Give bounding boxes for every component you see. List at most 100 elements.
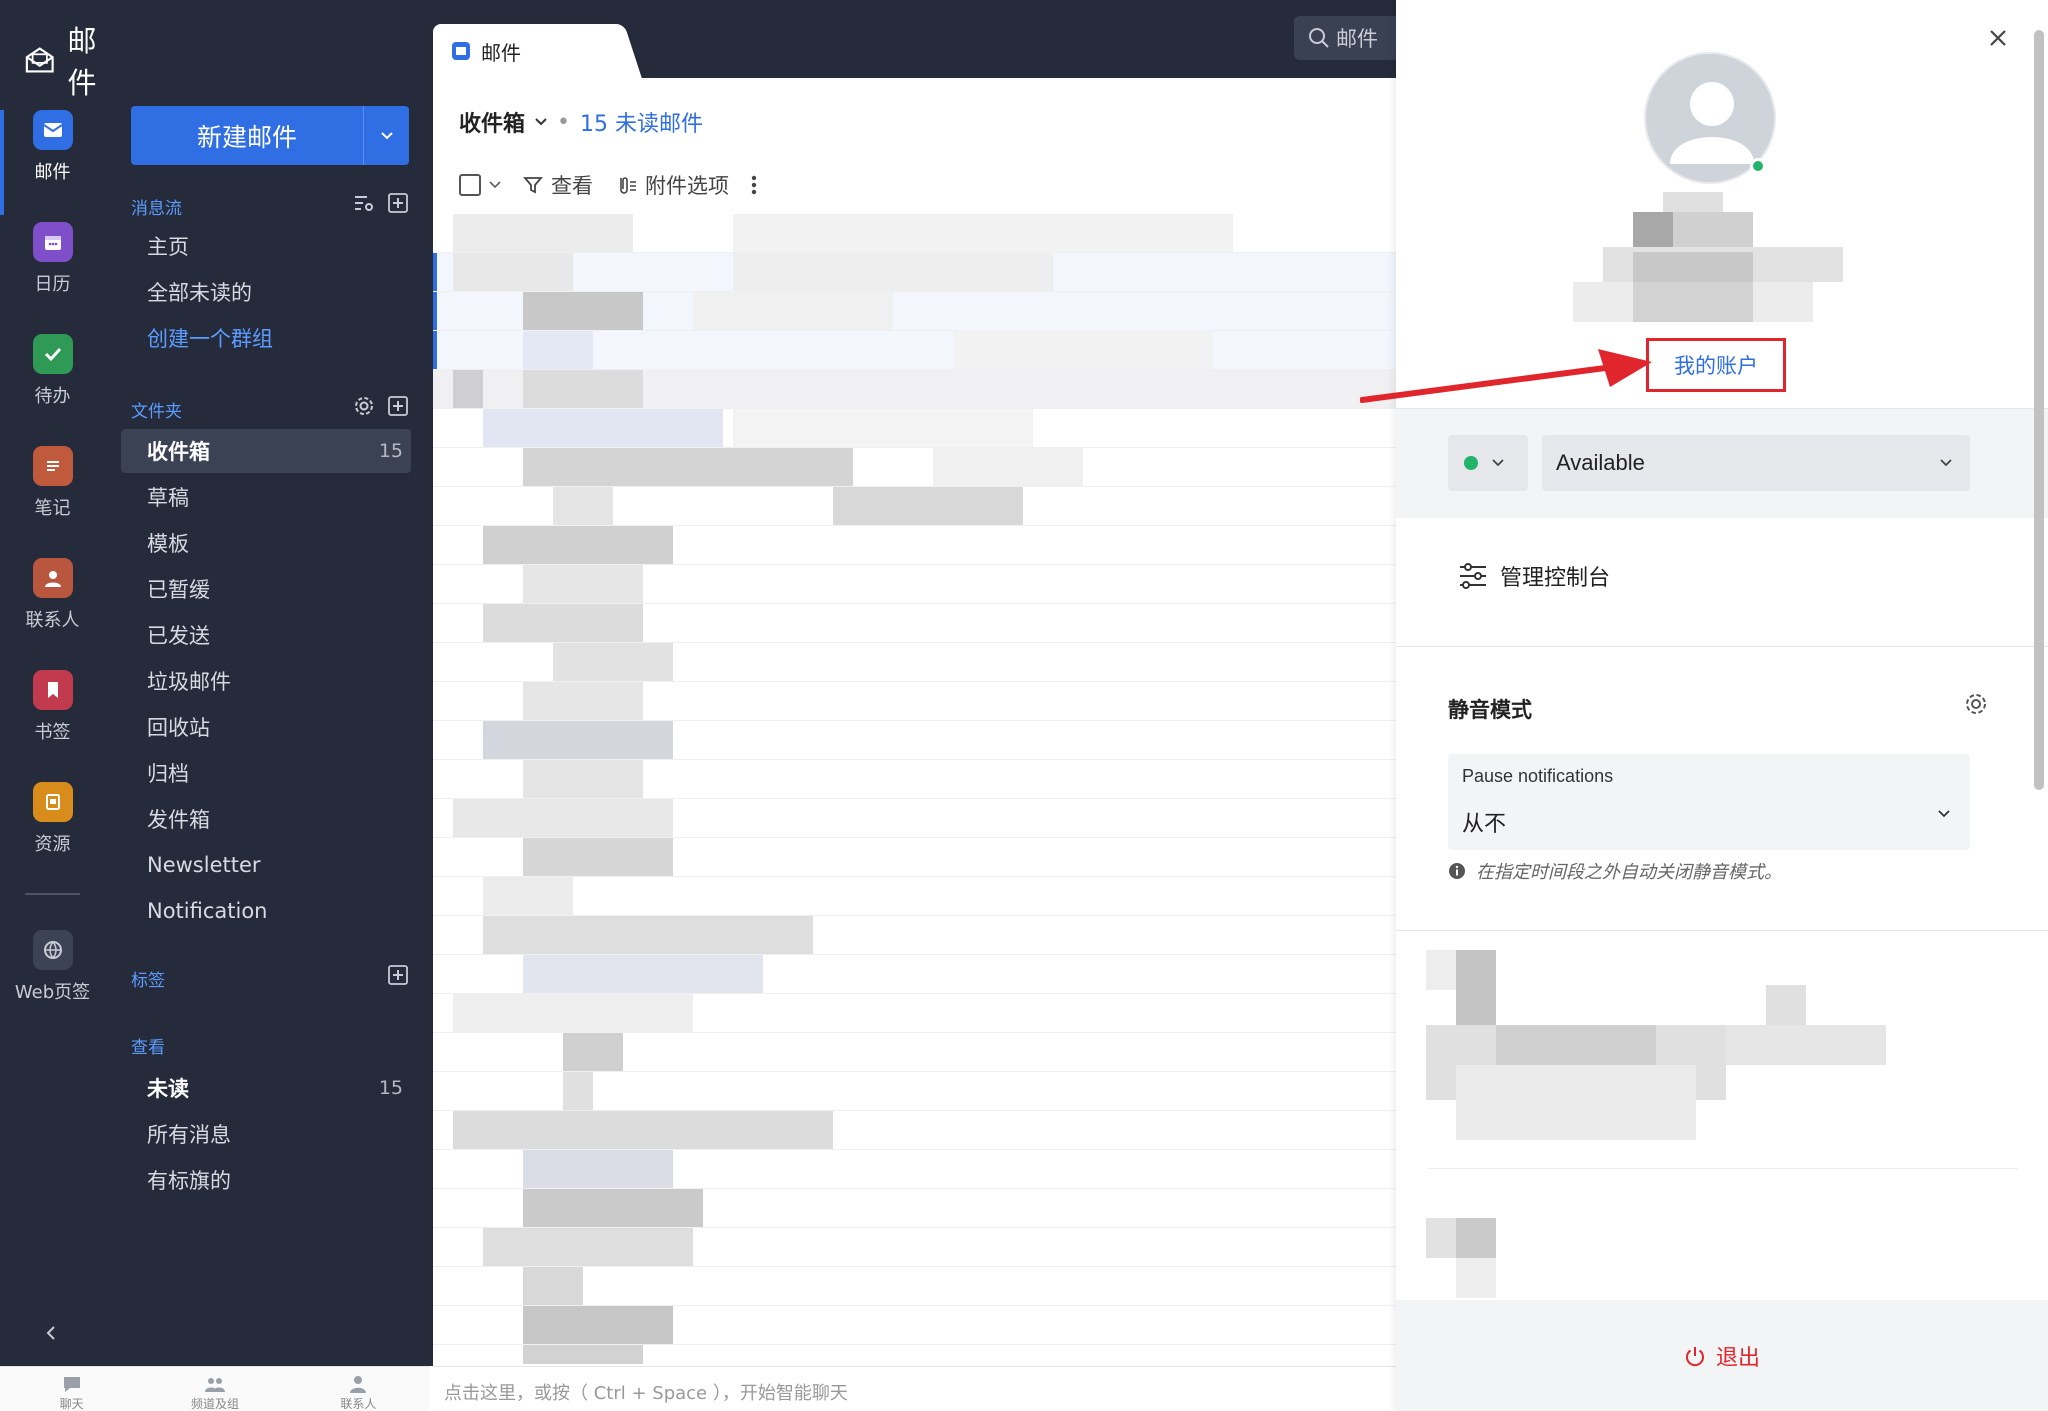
folder-inbox[interactable]: 收件箱 15 — [121, 429, 411, 473]
bottom-nav-chat[interactable]: 聊天 — [0, 1367, 143, 1411]
mail-row[interactable] — [433, 1072, 1396, 1111]
my-account-link[interactable]: 我的账户 — [1646, 338, 1786, 392]
unread-filter-link[interactable]: 15 未读邮件 — [580, 106, 703, 138]
chevron-left-icon — [46, 1326, 55, 1340]
view-all-messages[interactable]: 所有消息 — [121, 1112, 411, 1156]
view-filter-button[interactable]: 查看 — [523, 170, 593, 200]
search-box[interactable]: 邮件 — [1294, 16, 1404, 60]
app-title-text: 邮件 — [67, 24, 97, 100]
mail-row[interactable] — [433, 409, 1396, 448]
pause-notifications-label: Pause notifications — [1462, 766, 1614, 786]
mail-row[interactable] — [433, 253, 1396, 292]
mail-row[interactable] — [433, 916, 1396, 955]
folder-archive[interactable]: 归档 — [121, 751, 411, 795]
select-all[interactable] — [459, 174, 501, 196]
mail-row[interactable] — [433, 760, 1396, 799]
mail-row[interactable] — [433, 1033, 1396, 1072]
folder-spam[interactable]: 垃圾邮件 — [121, 659, 411, 703]
folder-templates[interactable]: 模板 — [121, 521, 411, 565]
dnd-settings-button[interactable] — [1964, 692, 1988, 721]
mail-row[interactable] — [433, 1150, 1396, 1189]
stream-item-all-unread[interactable]: 全部未读的 — [121, 270, 411, 314]
mail-row[interactable] — [433, 331, 1396, 370]
select-all-checkbox[interactable] — [459, 174, 481, 196]
folder-selector[interactable]: 收件箱 — [459, 106, 525, 138]
filter-settings-icon[interactable] — [353, 192, 375, 214]
rail-calendar[interactable]: 日历 — [0, 222, 105, 322]
mail-row[interactable] — [433, 1228, 1396, 1267]
create-group-link[interactable]: 创建一个群组 — [121, 316, 411, 360]
rail-notes[interactable]: 笔记 — [0, 446, 105, 546]
new-mail-button[interactable]: 新建邮件 — [131, 106, 409, 165]
stream-item-home[interactable]: 主页 — [121, 224, 411, 268]
mail-row[interactable] — [433, 214, 1396, 253]
attachment-options-button[interactable]: 附件选项 — [615, 170, 729, 200]
chevron-down-icon[interactable] — [489, 181, 501, 189]
status-select[interactable]: Available — [1542, 435, 1970, 491]
scrollbar[interactable] — [2034, 20, 2044, 1300]
mail-row[interactable] — [433, 1267, 1396, 1306]
tab-mail[interactable]: 邮件 — [433, 24, 613, 78]
mail-row[interactable] — [433, 565, 1396, 604]
folder-sent[interactable]: 已发送 — [121, 613, 411, 657]
scroll-thumb[interactable] — [2034, 30, 2044, 790]
rail-resources[interactable]: 资源 — [0, 782, 105, 882]
mail-row[interactable] — [433, 838, 1396, 877]
bottom-nav-channels[interactable]: 频道及组 — [143, 1367, 286, 1411]
mail-row[interactable] — [433, 799, 1396, 838]
mail-row[interactable] — [433, 448, 1396, 487]
new-mail-dropdown[interactable] — [363, 106, 409, 165]
folder-notification[interactable]: Notification — [121, 889, 411, 933]
admin-console-link[interactable]: 管理控制台 — [1458, 560, 1610, 592]
attachment-options-label: 附件选项 — [645, 174, 729, 198]
bottom-nav-contacts[interactable]: 联系人 — [287, 1367, 430, 1411]
folder-newsletter[interactable]: Newsletter — [121, 843, 411, 887]
rail-web-tabs[interactable]: Web页签 — [0, 930, 105, 1030]
folder-trash[interactable]: 回收站 — [121, 705, 411, 749]
mail-row[interactable] — [433, 526, 1396, 565]
mail-row[interactable] — [433, 1111, 1396, 1150]
mail-open-icon — [25, 47, 54, 73]
rail-label: 日历 — [34, 274, 71, 295]
presence-dot-selector[interactable] — [1448, 435, 1528, 491]
rail-mail[interactable]: 邮件 — [0, 110, 105, 215]
view-flagged[interactable]: 有标旗的 — [121, 1158, 411, 1202]
folder-outbox[interactable]: 发件箱 — [121, 797, 411, 841]
folder-snoozed[interactable]: 已暂缓 — [121, 567, 411, 611]
mail-row[interactable] — [433, 994, 1396, 1033]
mail-row[interactable] — [433, 682, 1396, 721]
mail-row[interactable] — [433, 877, 1396, 916]
rail-contacts[interactable]: 联系人 — [0, 558, 105, 658]
more-options-button[interactable] — [751, 174, 757, 196]
mail-row[interactable] — [433, 292, 1396, 331]
rail-tasks[interactable]: 待办 — [0, 334, 105, 434]
mail-row[interactable] — [433, 1189, 1396, 1228]
mail-row[interactable] — [433, 643, 1396, 682]
stream-heading[interactable]: 消息流 — [131, 194, 182, 219]
rail-bookmarks[interactable]: 书签 — [0, 670, 105, 770]
pause-notifications-select[interactable]: Pause notifications 从不 — [1448, 754, 1970, 850]
mail-row[interactable] — [433, 721, 1396, 760]
add-icon[interactable] — [387, 395, 409, 417]
folder-drafts[interactable]: 草稿 — [121, 475, 411, 519]
new-mail-label[interactable]: 新建邮件 — [131, 106, 363, 165]
folder-label: 收件箱 — [147, 440, 210, 464]
mail-row[interactable] — [433, 487, 1396, 526]
add-icon[interactable] — [387, 192, 409, 214]
gear-icon[interactable] — [353, 395, 375, 417]
views-heading[interactable]: 查看 — [131, 1033, 165, 1058]
add-icon[interactable] — [387, 964, 409, 986]
mail-row[interactable] — [433, 1306, 1396, 1345]
mail-row[interactable] — [433, 604, 1396, 643]
tags-heading[interactable]: 标签 — [131, 966, 165, 991]
collapse-sidebar-button[interactable] — [44, 1324, 58, 1347]
folders-heading[interactable]: 文件夹 — [131, 397, 182, 422]
close-button[interactable] — [1988, 28, 2008, 53]
mail-row[interactable] — [433, 955, 1396, 994]
chevron-down-icon[interactable] — [535, 118, 547, 126]
mail-row[interactable] — [433, 370, 1396, 409]
mail-row[interactable] — [433, 1345, 1396, 1364]
logout-button[interactable]: 退出 — [1396, 1300, 2048, 1411]
smart-chat-input[interactable]: 点击这里，或按（ Ctrl + Space ），开始智能聊天 — [432, 1366, 1396, 1411]
view-unread[interactable]: 未读 15 — [121, 1066, 411, 1110]
